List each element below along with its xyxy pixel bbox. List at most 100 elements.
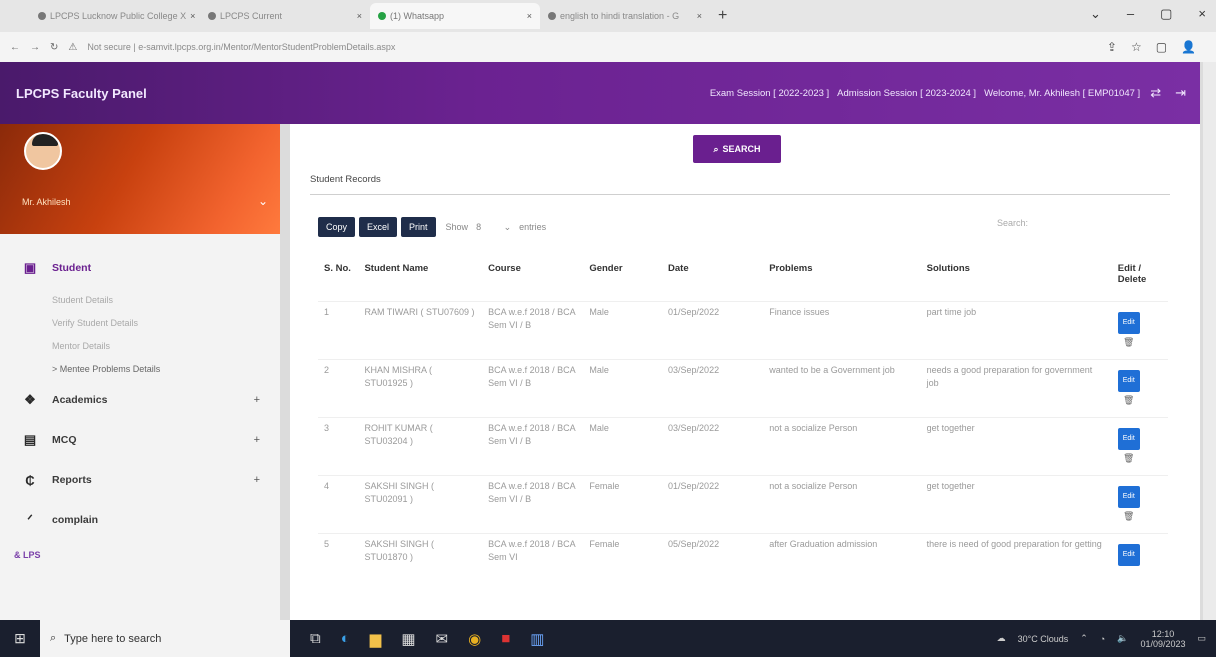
edge-icon[interactable]: ◐ bbox=[341, 630, 350, 648]
print-button[interactable]: Print bbox=[401, 217, 436, 237]
clock[interactable]: 12:10 01/09/2023 bbox=[1140, 629, 1185, 649]
close-tab-icon[interactable]: × bbox=[697, 11, 702, 21]
col-problems[interactable]: Problems bbox=[763, 259, 920, 301]
store-icon[interactable]: ▦ bbox=[401, 630, 415, 648]
cell-actions: Edit 🗑 bbox=[1111, 300, 1168, 359]
sidebar-item-complain[interactable]: ᐟ complain bbox=[0, 500, 280, 540]
cell-course: BCA w.e.f 2018 / BCA Sem VI / B bbox=[482, 474, 584, 533]
student-submenu: Student Details Verify Student Details M… bbox=[0, 288, 280, 380]
cell-date: 01/Sep/2022 bbox=[662, 300, 764, 359]
close-icon[interactable]: × bbox=[1198, 6, 1206, 22]
search-button[interactable]: ⌕ SEARCH bbox=[693, 135, 781, 163]
logout-icon[interactable]: ⇥ bbox=[1175, 85, 1186, 101]
notification-icon[interactable]: ▭ bbox=[1197, 633, 1206, 644]
col-student-name[interactable]: Student Name bbox=[358, 259, 482, 301]
cell-gender: Female bbox=[583, 532, 663, 591]
chevron-up-icon[interactable]: ⌃ bbox=[1080, 633, 1088, 644]
cell-solution: part time job bbox=[920, 300, 1112, 359]
favicon-icon bbox=[208, 12, 216, 20]
back-icon[interactable]: ← bbox=[10, 42, 20, 53]
col-course[interactable]: Course bbox=[482, 259, 583, 301]
browser-tab-2[interactable]: LPCPS Current × bbox=[200, 3, 370, 29]
table-toolbar: Copy Excel Print Show 8 ⌄ entries bbox=[318, 217, 546, 237]
trash-icon[interactable]: 🗑 bbox=[1118, 394, 1140, 407]
col-date[interactable]: Date bbox=[662, 259, 763, 301]
maximize-icon[interactable]: ▢ bbox=[1160, 6, 1172, 22]
sidebar-item-mcq[interactable]: ▤ MCQ + bbox=[0, 420, 280, 460]
mail-icon[interactable]: ✉ bbox=[436, 630, 449, 648]
excel-button[interactable]: Excel bbox=[359, 217, 398, 237]
cell-actions: Edit 🗑 bbox=[1111, 474, 1168, 533]
col-gender[interactable]: Gender bbox=[583, 259, 662, 301]
new-tab-icon[interactable]: + bbox=[718, 7, 727, 25]
table-row: 5 SAKSHI SINGH ( STU01870 ) BCA w.e.f 20… bbox=[318, 532, 1168, 591]
url-field[interactable]: Not secure | e-samvit.lpcps.org.in/Mento… bbox=[87, 42, 987, 52]
cell-name: SAKSHI SINGH ( STU01870 ) bbox=[358, 532, 483, 591]
edit-button[interactable]: Edit bbox=[1117, 311, 1140, 334]
sidebar-subitem-verify-student[interactable]: Verify Student Details bbox=[52, 311, 280, 334]
swap-icon[interactable]: ⇄ bbox=[1150, 85, 1161, 101]
sidebar-item-student[interactable]: ▣ Student bbox=[0, 248, 280, 288]
favicon-icon bbox=[38, 12, 46, 20]
sidebar-subitem-mentor-details[interactable]: Mentor Details bbox=[52, 334, 280, 357]
reload-icon[interactable]: ↻ bbox=[50, 42, 58, 53]
student-records-table: S. No. Student Name Course Gender Date P… bbox=[318, 259, 1168, 591]
volume-icon[interactable]: 🔈 bbox=[1117, 633, 1128, 644]
sidebar-toggle-icon[interactable]: ▢ bbox=[1156, 40, 1167, 54]
edit-button[interactable]: Edit bbox=[1117, 369, 1140, 392]
table-row: 4 SAKSHI SINGH ( STU02091 ) BCA w.e.f 20… bbox=[318, 474, 1168, 533]
network-icon[interactable]: ◔ bbox=[1100, 634, 1105, 644]
table-search-input[interactable]: Search: bbox=[940, 218, 1048, 236]
table-row: 3 ROHIT KUMAR ( STU03204 ) BCA w.e.f 201… bbox=[318, 416, 1168, 475]
browser-tab-4[interactable]: english to hindi translation - G × bbox=[540, 3, 710, 29]
minimize-icon[interactable]: – bbox=[1127, 6, 1134, 22]
trash-icon[interactable]: 🗑 bbox=[1118, 452, 1140, 465]
sidebar-subitem-mentee-problems[interactable]: > Mentee Problems Details bbox=[52, 357, 280, 380]
edit-button[interactable]: Edit bbox=[1117, 427, 1140, 450]
copy-button[interactable]: Copy bbox=[318, 217, 356, 237]
cell-gender: Male bbox=[583, 358, 663, 417]
brand-title[interactable]: LPCPS Faculty Panel bbox=[16, 86, 147, 101]
edit-button[interactable]: Edit bbox=[1117, 485, 1140, 508]
browser-tab-3[interactable]: (1) Whatsapp × bbox=[370, 3, 540, 29]
star-icon[interactable]: ☆ bbox=[1131, 40, 1142, 54]
admission-session: Admission Session [ 2023-2024 ] bbox=[837, 87, 977, 99]
windows-taskbar: ⊞ ⌕ Type here to search ⧉ ◐ ▆ ▦ ✉ ◉ ■ ▥ … bbox=[0, 620, 1216, 657]
trash-icon[interactable]: 🗑 bbox=[1118, 510, 1140, 523]
col-sno[interactable]: S. No. bbox=[318, 259, 358, 301]
close-tab-icon[interactable]: × bbox=[190, 11, 195, 21]
cell-course: BCA w.e.f 2018 / BCA Sem VI bbox=[482, 532, 584, 591]
taskbar-search-input[interactable]: ⌕ Type here to search bbox=[40, 620, 290, 657]
entries-select[interactable]: 8 ⌄ bbox=[476, 222, 511, 233]
sidebar-item-reports[interactable]: ₵ Reports + bbox=[0, 460, 280, 500]
sidebar: Mr. Akhilesh ⌄ ▣ Student Student Details… bbox=[0, 124, 280, 620]
forward-icon[interactable]: → bbox=[30, 42, 40, 53]
app-icon[interactable]: ■ bbox=[501, 630, 510, 648]
profile-icon[interactable]: 👤 bbox=[1181, 40, 1196, 54]
cell-gender: Female bbox=[583, 474, 663, 533]
sidebar-subitem-student-details[interactable]: Student Details bbox=[52, 288, 280, 311]
trash-icon[interactable]: 🗑 bbox=[1118, 336, 1140, 349]
edit-button[interactable]: Edit bbox=[1117, 543, 1140, 566]
col-solutions[interactable]: Solutions bbox=[921, 259, 1112, 301]
file-explorer-icon[interactable]: ▆ bbox=[370, 630, 382, 648]
word-icon[interactable]: ▥ bbox=[530, 630, 544, 648]
windows-start-icon[interactable]: ⊞ bbox=[6, 630, 34, 647]
cell-solution: there is need of good preparation for ge… bbox=[920, 532, 1112, 591]
cell-gender: Male bbox=[583, 416, 663, 475]
chrome-icon[interactable]: ◉ bbox=[468, 630, 481, 648]
cell-gender: Male bbox=[583, 300, 663, 359]
chevron-down-icon[interactable]: ⌄ bbox=[1090, 6, 1101, 22]
complain-icon: ᐟ bbox=[27, 512, 33, 527]
task-view-icon[interactable]: ⧉ bbox=[310, 630, 321, 648]
chevron-down-icon[interactable]: ⌄ bbox=[258, 194, 268, 208]
share-icon[interactable]: ⇪ bbox=[1107, 40, 1117, 54]
sidebar-item-academics[interactable]: ❖ Academics + bbox=[0, 380, 280, 420]
academics-icon: ❖ bbox=[24, 392, 36, 407]
browser-tab-1[interactable]: LPCPS Lucknow Public College X × bbox=[30, 3, 200, 29]
close-tab-icon[interactable]: × bbox=[527, 11, 532, 21]
close-tab-icon[interactable]: × bbox=[357, 11, 362, 21]
profile-name[interactable]: Mr. Akhilesh bbox=[22, 197, 71, 207]
page-scrollbar[interactable] bbox=[1203, 62, 1216, 620]
weather-text[interactable]: 30°C Clouds bbox=[1018, 634, 1069, 644]
